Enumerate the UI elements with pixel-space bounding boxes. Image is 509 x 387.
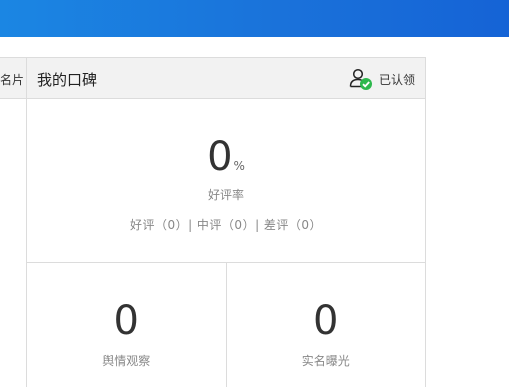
- stats-row: 0 舆情观察 0 实名曝光: [27, 263, 425, 387]
- rating-summary: 0 % 好评率 好评（0）| 中评（0）| 差评（0）: [27, 99, 425, 263]
- claim-status-label: 已认领: [378, 72, 415, 87]
- stat-real-name-exposure[interactable]: 0 实名曝光: [225, 263, 426, 387]
- positive-rate-value: 0: [207, 134, 233, 180]
- stat-public-opinion-value: 0: [113, 298, 139, 344]
- left-panel-title: 名片: [0, 73, 24, 87]
- reputation-card-title: 我的口碑: [37, 71, 98, 89]
- stat-real-name-exposure-value: 0: [313, 298, 339, 344]
- reputation-card: 我的口碑 已认领 0 % 好评率 好评（0）| 中评（0）| 差评（0） 0 舆…: [26, 57, 426, 387]
- positive-rate: 0 %: [27, 135, 425, 179]
- reputation-card-header: 我的口碑 已认领: [27, 58, 425, 99]
- left-panel: 名片: [0, 57, 27, 387]
- top-banner: [0, 0, 509, 37]
- stat-public-opinion-label: 舆情观察: [102, 354, 151, 368]
- left-panel-header: 名片: [0, 58, 26, 99]
- rating-breakdown: 好评（0）| 中评（0）| 差评（0）: [129, 218, 323, 232]
- positive-rate-label: 好评率: [207, 188, 244, 202]
- stat-public-opinion[interactable]: 0 舆情观察: [27, 263, 226, 387]
- claim-status: 已认领: [349, 67, 415, 91]
- positive-rate-unit: %: [233, 159, 245, 173]
- verified-user-icon: [349, 67, 373, 91]
- stat-real-name-exposure-label: 实名曝光: [301, 354, 350, 368]
